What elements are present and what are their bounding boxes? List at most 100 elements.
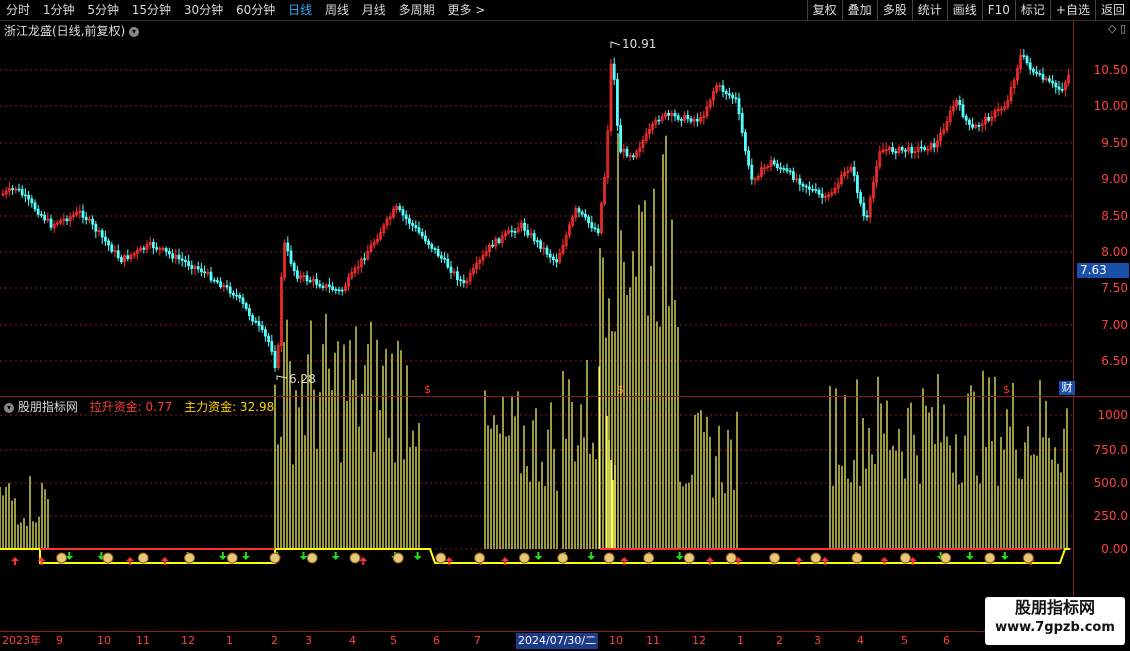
- candle-body: [155, 247, 159, 250]
- candle-body: [225, 285, 229, 288]
- candle-body: [1041, 73, 1045, 80]
- candle-body: [203, 271, 207, 274]
- candle-body: [814, 189, 818, 191]
- down-arrow-icon: [965, 552, 974, 560]
- candle-body: [116, 250, 120, 259]
- candle-body: [110, 244, 114, 252]
- candle-body: [228, 286, 232, 294]
- date-label: 7: [474, 634, 481, 647]
- candle-body: [900, 147, 904, 151]
- high-marker-arrow: [610, 41, 621, 48]
- candle-body: [526, 229, 530, 236]
- candle-body: [446, 258, 450, 268]
- candle-body: [167, 251, 171, 255]
- candle-body: [1028, 62, 1032, 70]
- candle-body: [430, 244, 434, 249]
- candle-body: [510, 230, 514, 233]
- candle-body: [292, 262, 296, 272]
- candle-body: [164, 248, 168, 252]
- candle-body: [904, 149, 907, 152]
- candle-body: [785, 168, 789, 172]
- candle-body: [49, 218, 53, 228]
- candle-body: [295, 270, 299, 279]
- candle-body: [231, 292, 235, 296]
- date-label: 12: [181, 634, 195, 647]
- candle-body: [1032, 68, 1035, 73]
- candle-body: [407, 218, 411, 224]
- candle-body: [619, 124, 622, 153]
- dividend-marker-icon: $: [1003, 383, 1010, 396]
- candle-body: [539, 240, 542, 249]
- candle-body: [747, 150, 750, 166]
- candle-body: [744, 132, 747, 152]
- money-bag-icon: [984, 552, 996, 564]
- money-bag-icon: [474, 552, 486, 564]
- candle-body: [964, 116, 968, 121]
- candle-body: [270, 341, 274, 352]
- candle-body: [686, 114, 690, 120]
- candle-body: [459, 279, 463, 282]
- candle-body: [433, 248, 437, 250]
- candle-body: [676, 115, 680, 120]
- money-bag-icon: [557, 552, 569, 564]
- candle-body: [439, 255, 443, 259]
- candle-body: [910, 146, 914, 154]
- date-axis: 2023年 9 10 11 12 1 2 3 4 5 6 7 2024/07/3…: [0, 631, 1074, 651]
- candle-body: [305, 275, 309, 282]
- date-label: 6: [943, 634, 950, 647]
- date-label: 2: [271, 634, 278, 647]
- down-arrow-icon: [241, 552, 250, 560]
- candle-body: [423, 235, 427, 242]
- candle-body: [321, 285, 325, 288]
- money-bag-icon: [306, 552, 318, 564]
- indicator-menu-icon[interactable]: ▾: [4, 402, 14, 413]
- money-bag-icon: [899, 552, 911, 564]
- watermark: 股朋指标网 www.7gpzb.com: [985, 597, 1125, 645]
- candle-body: [417, 227, 421, 233]
- candle-body: [436, 248, 440, 257]
- down-arrow-icon: [534, 552, 543, 560]
- candle-body: [36, 208, 40, 215]
- candle-body: [750, 164, 754, 180]
- candle-body: [532, 233, 536, 242]
- candle-body: [680, 118, 683, 121]
- date-label: 4: [349, 634, 356, 647]
- down-arrow-icon: [1000, 552, 1009, 560]
- candle-body: [260, 325, 264, 331]
- candle-body: [724, 91, 728, 95]
- money-bag-icon: [940, 552, 952, 564]
- candle-body: [212, 279, 216, 282]
- price-tick: 7.00: [1101, 318, 1128, 332]
- candle-body: [696, 118, 699, 122]
- date-label: 3: [814, 634, 821, 647]
- money-bag-icon: [435, 552, 447, 564]
- candle-body: [856, 175, 859, 193]
- price-tick: 7.50: [1101, 281, 1128, 295]
- candle-body: [91, 218, 94, 225]
- candle-body: [792, 171, 795, 180]
- candle-body: [315, 279, 319, 285]
- candle-body: [340, 289, 344, 292]
- kline-chart[interactable]: $$$: [0, 0, 1130, 650]
- candle-body: [776, 163, 779, 169]
- price-tick: 10.50: [1093, 63, 1128, 77]
- candle-body: [1060, 88, 1064, 91]
- indicator-tick: 250.0: [1093, 509, 1128, 523]
- date-label: 10: [609, 634, 623, 647]
- money-bag-icon: [810, 552, 822, 564]
- pane-divider: [0, 396, 1130, 397]
- date-label: 9: [56, 634, 63, 647]
- candle-body: [801, 183, 805, 187]
- candle-body: [363, 258, 367, 261]
- down-arrow-icon: [675, 552, 684, 560]
- candle-body: [891, 147, 894, 153]
- candle-body: [1035, 71, 1038, 74]
- candle-body: [142, 247, 146, 250]
- indicator-tick: 1000: [1097, 408, 1128, 422]
- candle-body: [772, 160, 776, 165]
- candle-body: [894, 151, 898, 154]
- candle-body: [183, 259, 187, 263]
- candle-body: [1057, 86, 1061, 90]
- financial-report-badge[interactable]: 财: [1059, 381, 1075, 395]
- date-label: 11: [136, 634, 150, 647]
